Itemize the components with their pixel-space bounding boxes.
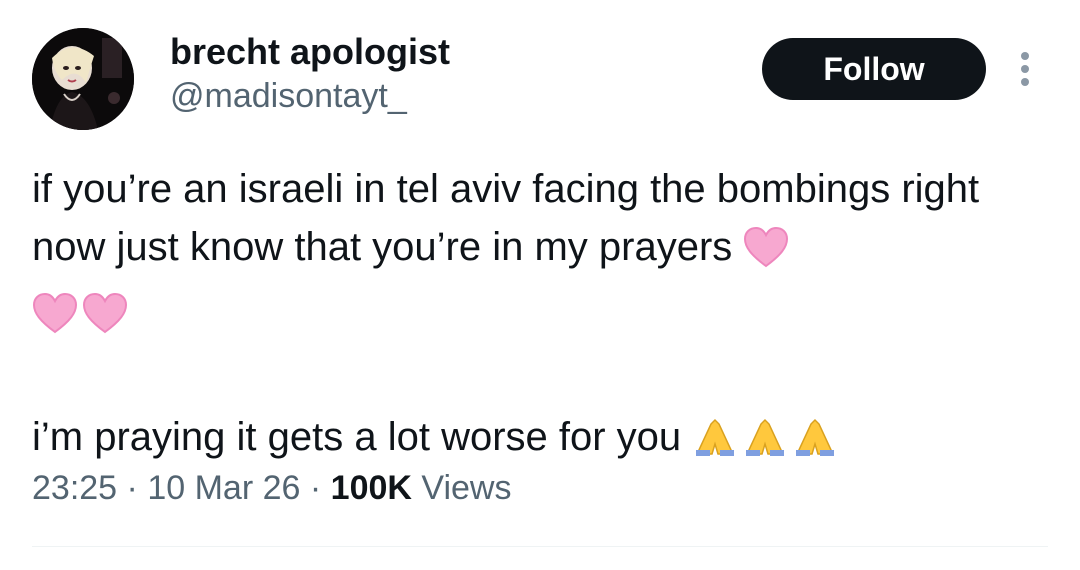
tweet-paragraph-1: if you’re an israeli in tel aviv facing …	[32, 160, 1042, 350]
tweet-text: if you’re an israeli in tel aviv facing …	[32, 160, 1042, 474]
tweet-header: brecht apologist @madisontayt_ Follow	[0, 0, 1080, 140]
follow-button[interactable]: Follow	[762, 38, 986, 100]
divider	[32, 546, 1048, 547]
pink-heart-icon	[743, 226, 789, 284]
pink-heart-icon	[32, 292, 78, 350]
meta-separator: ·	[126, 469, 138, 507]
folded-hands-icon	[792, 416, 838, 474]
tweet-text-line-2: i’m praying it gets a lot worse for you	[32, 415, 682, 459]
tweet-paragraph-2: i’m praying it gets a lot worse for you	[32, 408, 1042, 474]
avatar[interactable]	[32, 28, 134, 130]
tweet-text-line-1: if you’re an israeli in tel aviv facing …	[32, 167, 980, 269]
more-vertical-icon[interactable]	[1010, 44, 1040, 94]
meta-separator: ·	[309, 469, 322, 507]
author-display-name[interactable]: brecht apologist	[170, 30, 450, 74]
views-label: Views	[421, 469, 512, 507]
tweet-meta: 23:25 · 10 Mar 26 · 100K Views	[32, 466, 511, 510]
pink-heart-icon	[82, 292, 128, 350]
folded-hands-icon	[692, 416, 738, 474]
author-handle[interactable]: @madisontayt_	[170, 74, 450, 118]
tweet-time[interactable]: 23:25	[32, 469, 117, 507]
views-count[interactable]: 100K	[331, 469, 412, 507]
folded-hands-icon	[742, 416, 788, 474]
author-info: brecht apologist @madisontayt_	[170, 30, 450, 118]
tweet-date[interactable]: 10 Mar 26	[147, 469, 300, 507]
